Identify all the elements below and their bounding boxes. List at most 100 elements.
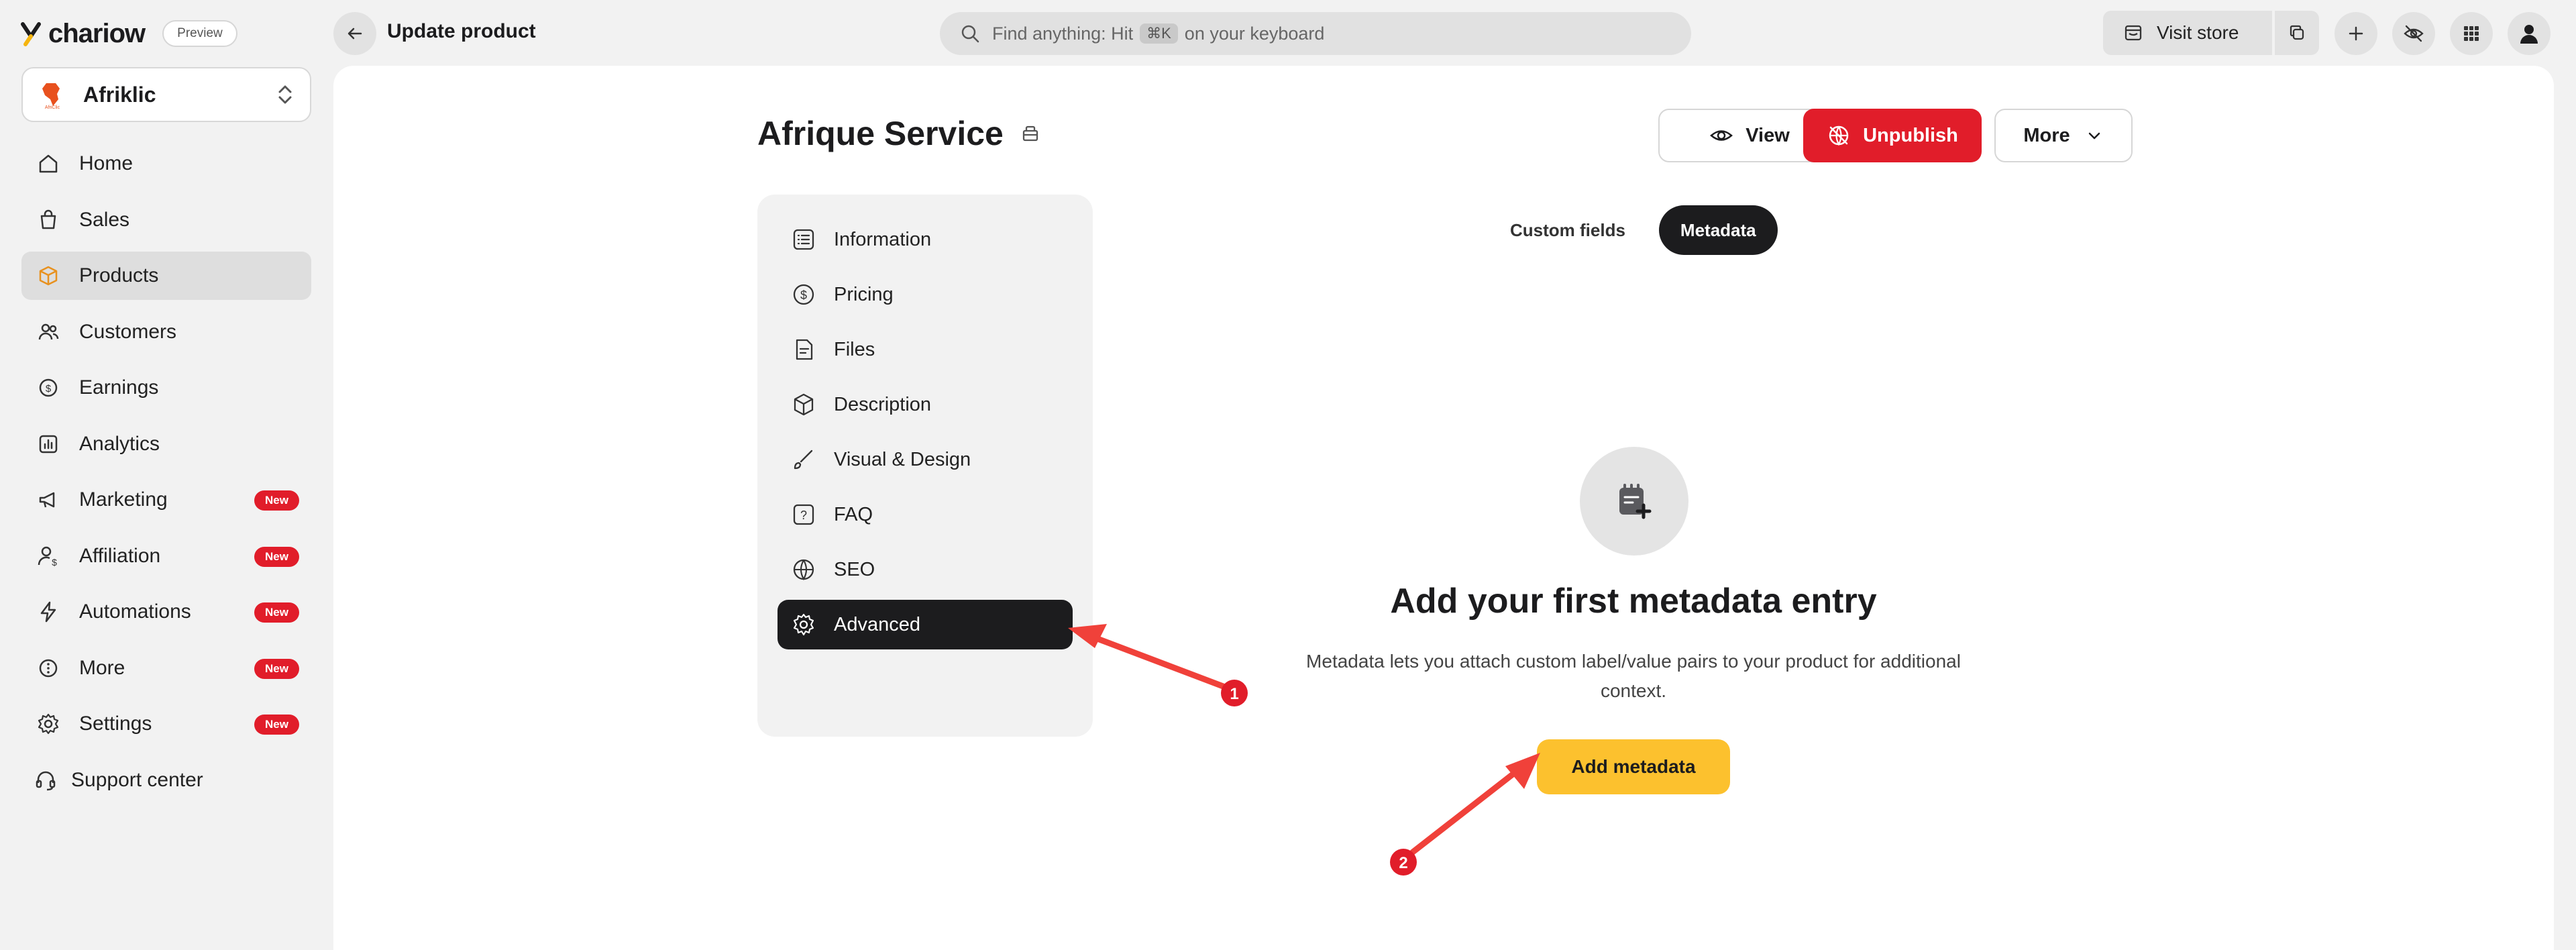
section-item-label: Visual & Design [834,448,971,470]
gear-icon [793,613,814,636]
keyboard-shortcut: ⌘K [1140,23,1178,44]
dollar-circle-icon: $ [793,284,814,305]
tab-custom-fields[interactable]: Custom fields [1489,205,1647,255]
copy-icon [2290,25,2304,40]
more-label: More [2023,124,2070,146]
sidebar-item-products[interactable]: Products [21,252,311,300]
add-button[interactable] [2334,12,2377,55]
search-input[interactable]: Find anything: Hit ⌘K on your keyboard [940,12,1691,55]
home-icon [35,150,62,177]
new-badge: New [254,490,299,511]
section-item-faq[interactable]: ? FAQ [777,490,1073,539]
sidebar-item-support-center[interactable]: Support center [21,756,311,804]
section-item-label: Advanced [834,613,920,635]
svg-text:$: $ [46,383,52,394]
chariow-logo-icon [21,22,41,46]
bolt-icon [35,598,62,625]
coin-icon: $ [35,374,62,401]
section-item-files[interactable]: Files [777,325,1073,374]
plus-icon [2349,26,2363,41]
section-item-label: Files [834,338,875,360]
new-badge: New [254,658,299,679]
store-selector[interactable]: AfriClic Afriklic [21,67,311,122]
search-placeholder: Find anything: Hit [992,23,1134,44]
affiliate-icon: $ [35,543,62,570]
sidebar-item-marketing[interactable]: Marketing New [21,476,311,524]
sidebar-item-analytics[interactable]: Analytics [21,420,311,468]
brand[interactable]: chariow Preview [20,16,237,51]
sidebar-nav: Home Sales Products Customers $ Earnings… [21,140,311,812]
sidebar-item-affiliation[interactable]: $ Affiliation New [21,532,311,580]
section-item-advanced[interactable]: Advanced [777,600,1073,649]
visit-store-label: Visit store [2157,22,2239,43]
section-item-label: Description [834,393,932,415]
section-item-description[interactable]: Description [777,380,1073,429]
section-item-label: SEO [834,558,875,580]
sidebar-item-label: Earnings [79,376,159,399]
search-icon [961,25,979,43]
section-item-seo[interactable]: SEO [777,545,1073,594]
new-badge: New [254,602,299,623]
preview-badge: Preview [162,20,237,47]
section-item-label: Information [834,228,932,250]
globe-icon [793,559,814,581]
sidebar-item-label: Affiliation [79,544,161,567]
product-title-text: Afrique Service [757,115,1004,152]
sidebar-item-label: Automations [79,600,191,623]
sidebar-item-label: Home [79,152,133,174]
sidebar-item-earnings[interactable]: $ Earnings [21,364,311,412]
archive-icon[interactable] [1020,123,1041,144]
sidebar-item-customers[interactable]: Customers [21,308,311,356]
user-avatar-icon [2520,25,2538,44]
main-content: Afrique Service View Unpublish More Info… [333,66,2554,950]
back-button[interactable] [333,12,376,55]
sidebar-item-settings[interactable]: Settings New [21,700,311,748]
section-item-information[interactable]: Information [777,215,1073,264]
brand-name: chariow [48,18,146,48]
eye-icon [1710,130,1733,141]
svg-text:$: $ [800,288,807,302]
globe-off-icon [1829,125,1849,146]
section-item-visual-design[interactable]: Visual & Design [777,435,1073,484]
svg-text:?: ? [800,509,807,522]
unpublish-button[interactable]: Unpublish [1803,109,1982,162]
section-item-label: Pricing [834,283,894,305]
unpublish-label: Unpublish [1863,124,1958,146]
store-name: Afriklic [83,82,156,107]
megaphone-icon [35,486,62,513]
copy-link-button[interactable] [2275,11,2319,55]
add-metadata-button[interactable]: Add metadata [1537,739,1730,794]
store-icon [2125,25,2142,41]
sidebar-item-label: More [79,656,125,679]
chevron-updown-icon [278,85,292,104]
visit-store-button[interactable]: Visit store [2103,11,2272,55]
sidebar-item-sales[interactable]: Sales [21,196,311,244]
cube-icon [794,393,814,416]
sidebar-item-home[interactable]: Home [21,140,311,188]
product-title: Afrique Service [757,114,1041,153]
list-icon [793,229,814,250]
empty-state-icon-wrap [1580,447,1688,556]
topbar: Update product Find anything: Hit ⌘K on … [333,0,2576,66]
more-dropdown-button[interactable]: More [1994,109,2133,162]
eye-off-icon [2404,25,2424,42]
calendar-add-icon [1619,484,1652,519]
section-item-pricing[interactable]: $ Pricing [777,270,1073,319]
sidebar-item-label: Analytics [79,432,160,455]
section-item-label: FAQ [834,503,873,525]
grid-icon [2464,26,2479,41]
account-button[interactable] [2508,12,2551,55]
brush-icon [794,450,813,470]
arrow-left-icon [347,28,362,40]
sidebar-item-label: Sales [79,208,130,231]
sidebar: chariow Preview AfriClic Afriklic Home S… [0,0,333,950]
apps-button[interactable] [2450,12,2493,55]
question-icon: ? [793,504,814,525]
users-icon [35,319,62,346]
search-placeholder-suffix: on your keyboard [1184,23,1325,44]
tab-metadata[interactable]: Metadata [1658,205,1778,255]
sidebar-item-more[interactable]: More New [21,644,311,692]
sidebar-item-automations[interactable]: Automations New [21,588,311,636]
hide-button[interactable] [2392,12,2435,55]
sidebar-item-label: Support center [71,768,203,791]
